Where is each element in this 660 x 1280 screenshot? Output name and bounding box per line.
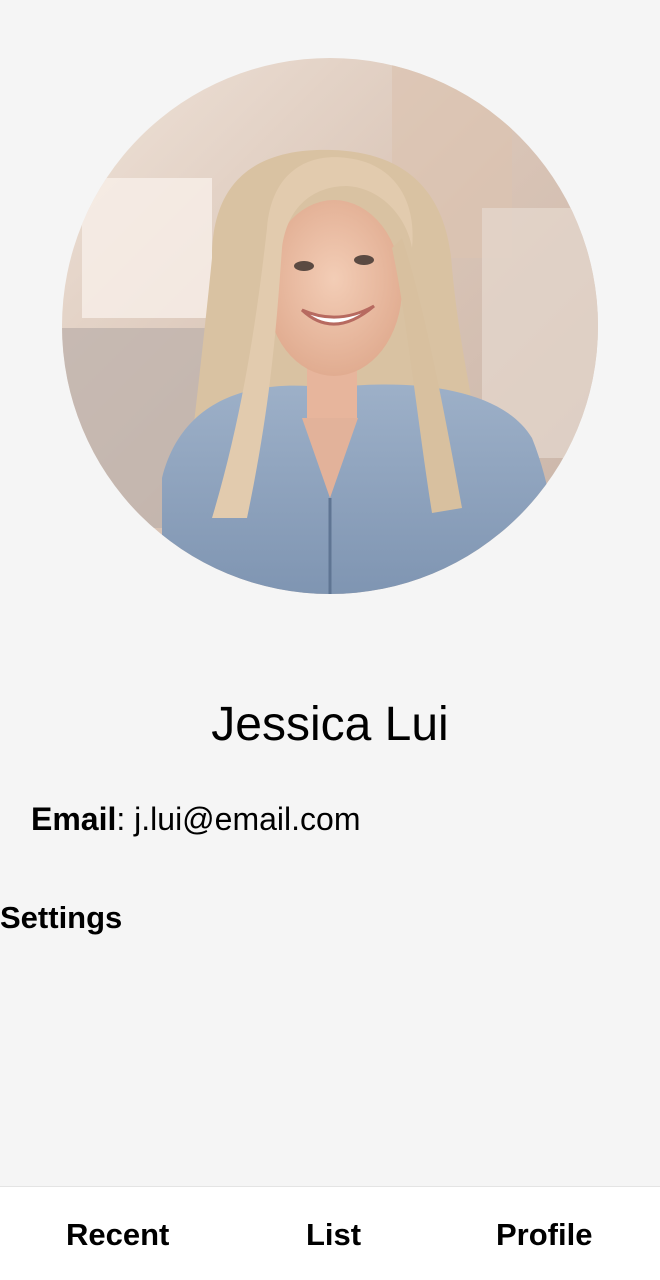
email-label: Email (31, 801, 117, 837)
email-value: j.lui@email.com (134, 801, 361, 837)
tab-profile[interactable]: Profile (496, 1215, 592, 1255)
email-separator: : (116, 801, 135, 837)
profile-avatar (62, 58, 598, 594)
tab-recent[interactable]: Recent (66, 1215, 169, 1255)
settings-link[interactable]: Settings (0, 898, 122, 938)
email-row: Email: j.lui@email.com (31, 800, 360, 838)
tab-list[interactable]: List (306, 1215, 361, 1255)
profile-name: Jessica Lui (211, 698, 449, 751)
bottom-tab-bar: Recent List Profile (0, 1186, 660, 1280)
